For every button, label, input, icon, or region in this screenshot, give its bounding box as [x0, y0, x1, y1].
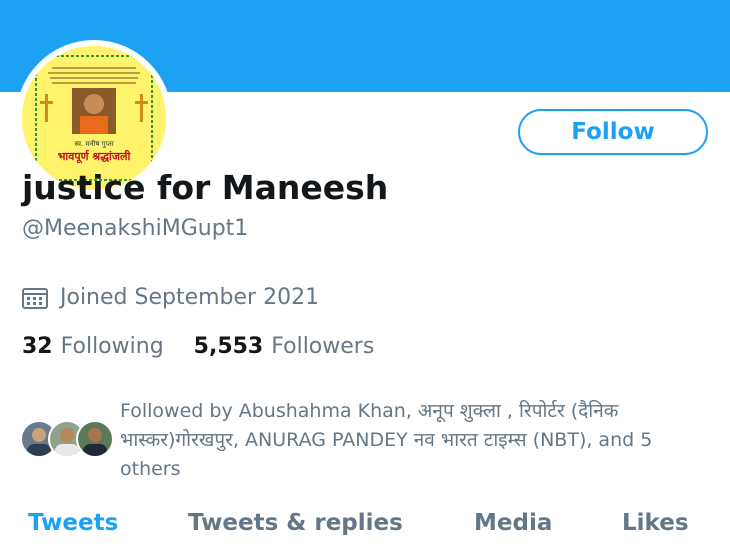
avatar-caption-small: स्व. मनीष गुप्ता [74, 139, 113, 148]
calendar-icon [22, 287, 48, 309]
followers-label: Followers [271, 334, 375, 359]
followers-link[interactable]: 5,553 Followers [194, 334, 375, 359]
profile-tabs: Tweets Tweets & replies Media Likes [0, 510, 730, 548]
follow-stats: 32 Following 5,553 Followers [22, 334, 374, 359]
joined-text: Joined September 2021 [60, 285, 320, 310]
followed-by-avatars[interactable] [20, 420, 114, 458]
followed-by-text[interactable]: Followed by Abushahma Khan, अनूप शुक्ला … [120, 397, 700, 484]
tab-tweets-replies[interactable]: Tweets & replies [188, 510, 403, 536]
follower-avatar [76, 420, 114, 458]
display-name: justice for Maneesh [22, 168, 389, 207]
followers-count: 5,553 [193, 334, 264, 359]
tab-media[interactable]: Media [474, 510, 552, 536]
following-label: Following [60, 334, 164, 359]
joined-date: Joined September 2021 [22, 285, 319, 310]
follow-button[interactable]: Follow [518, 109, 708, 155]
user-handle: @MeenakshiMGupt1 [22, 216, 249, 241]
tab-tweets[interactable]: Tweets [28, 510, 118, 536]
following-count: 32 [22, 334, 53, 359]
tab-likes[interactable]: Likes [622, 510, 689, 536]
following-link[interactable]: 32 Following [22, 334, 164, 359]
avatar-caption-large: भावपूर्ण श्रद्धांजली [58, 149, 132, 164]
